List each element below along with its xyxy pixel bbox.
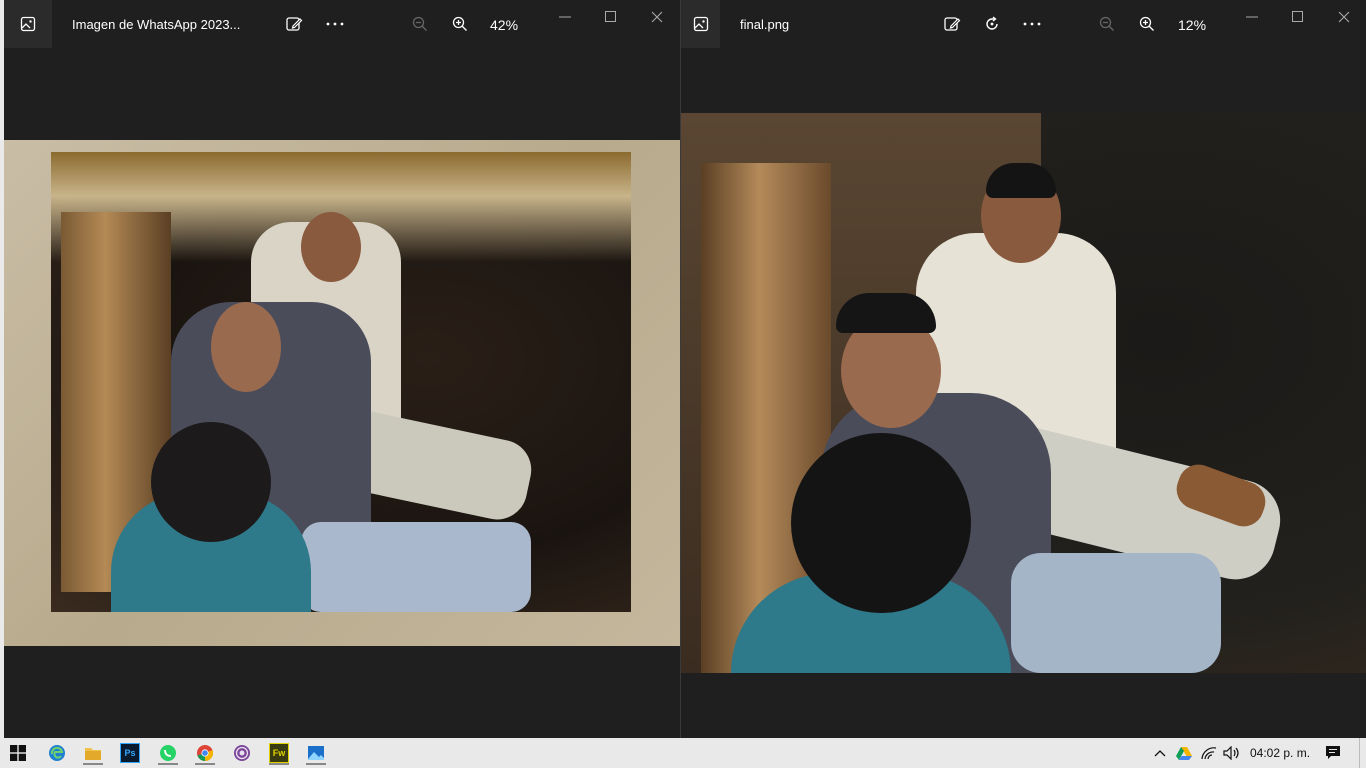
chrome-icon[interactable] [193,741,217,765]
edge-icon[interactable] [45,741,69,765]
google-drive-icon[interactable] [1172,741,1196,765]
photo-viewer-window-right: final.png 12% [681,0,1366,738]
photos-icon[interactable] [304,741,328,765]
window-title: Imagen de WhatsApp 2023... [72,17,241,32]
rotate-icon[interactable] [980,12,1004,36]
restored-photo [681,113,1366,673]
original-photo [4,140,680,646]
edit-image-icon[interactable] [282,12,306,36]
chevron-up-icon[interactable] [1148,741,1172,765]
close-icon[interactable] [647,8,667,26]
system-clock[interactable]: 04:02 p. m. [1250,746,1310,760]
title-bar: final.png 12% [681,0,1366,48]
fireworks-label: Fw [269,743,289,763]
photo-print [51,152,631,612]
tor-browser-icon[interactable] [230,741,254,765]
more-icon[interactable] [1020,12,1044,36]
minimize-icon[interactable] [1242,8,1262,26]
photos-app-icon[interactable] [4,0,52,48]
maximize-icon[interactable] [1288,8,1308,26]
title-bar: Imagen de WhatsApp 2023... 42% [4,0,680,48]
maximize-icon[interactable] [601,8,621,26]
photoshop-icon[interactable]: Ps [118,741,142,765]
photoshop-label: Ps [120,743,140,763]
taskbar: Ps Fw 04:02 p. m. [0,738,1366,768]
more-icon[interactable] [323,12,347,36]
edit-image-icon[interactable] [940,12,964,36]
close-icon[interactable] [1334,8,1354,26]
zoom-in-icon[interactable] [448,12,472,36]
notifications-icon[interactable] [1321,741,1345,765]
photos-app-icon[interactable] [681,0,720,48]
zoom-level[interactable]: 12% [1178,17,1206,33]
whatsapp-icon[interactable] [156,741,180,765]
show-desktop-button[interactable] [1359,738,1366,768]
minimize-icon[interactable] [555,8,575,26]
photo-viewer-window-left: Imagen de WhatsApp 2023... 42% [4,0,680,738]
file-explorer-icon[interactable] [81,741,105,765]
zoom-out-icon[interactable] [408,12,432,36]
zoom-level[interactable]: 42% [490,17,518,33]
fireworks-icon[interactable]: Fw [267,741,291,765]
window-title: final.png [740,17,790,32]
windows-start-icon[interactable] [6,741,30,765]
zoom-out-icon[interactable] [1095,12,1119,36]
wifi-icon[interactable] [1197,741,1221,765]
zoom-in-icon[interactable] [1135,12,1159,36]
volume-icon[interactable] [1220,741,1244,765]
